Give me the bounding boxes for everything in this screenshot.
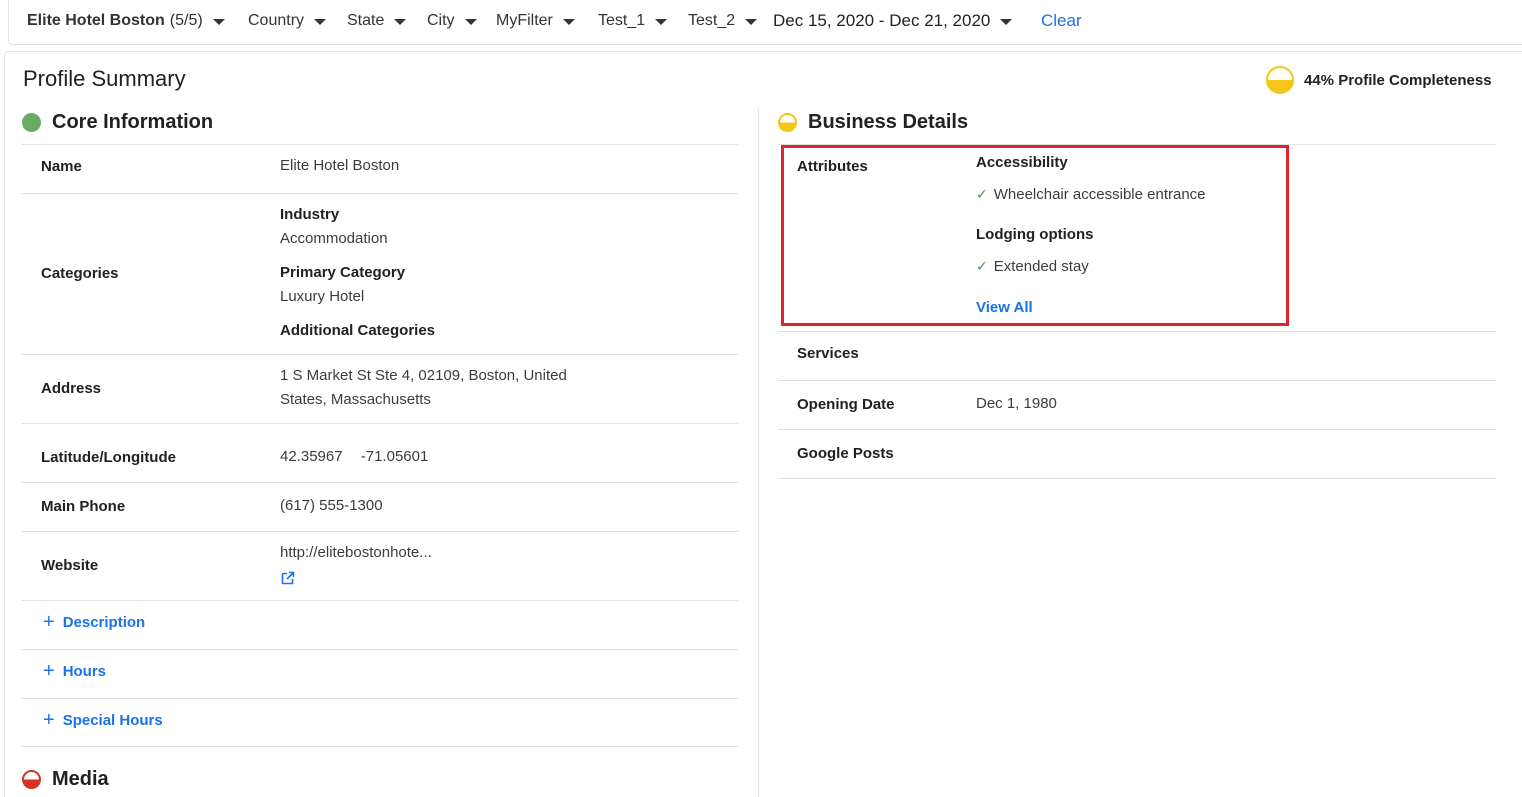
state-filter[interactable]: State	[347, 10, 407, 32]
categories-value: Industry Accommodation Primary Category …	[280, 203, 435, 343]
name-value: Elite Hotel Boston	[280, 157, 400, 174]
core-information-heading: Core Information	[22, 111, 213, 134]
divider	[22, 649, 739, 650]
website-label: Website	[41, 557, 99, 574]
status-complete-icon	[22, 113, 41, 132]
plus-icon: +	[43, 709, 55, 731]
latitude-value: 42.35967	[280, 448, 343, 465]
filter-bar	[8, 0, 1522, 45]
location-filter[interactable]: Elite Hotel Boston (5/5)	[27, 10, 225, 32]
name-label: Name	[41, 158, 82, 175]
location-filter-count: (5/5)	[169, 12, 203, 29]
column-divider	[758, 108, 759, 797]
opening-date-value: Dec 1, 1980	[976, 395, 1057, 412]
plus-icon: +	[43, 660, 55, 682]
address-value: 1 S Market St Ste 4, 02109, Boston, Unit…	[280, 364, 567, 412]
divider	[778, 429, 1496, 430]
myfilter-filter-label: MyFilter	[496, 12, 553, 29]
add-hours-link[interactable]: + Hours	[43, 660, 107, 682]
add-description-label: Description	[62, 613, 146, 631]
divider	[778, 331, 1496, 332]
location-filter-name: Elite Hotel Boston	[27, 12, 165, 29]
google-posts-label: Google Posts	[797, 445, 894, 462]
media-title: Media	[52, 768, 109, 790]
business-details-heading: Business Details	[778, 111, 968, 134]
address-line-2: States, Massachusetts	[280, 391, 431, 408]
attributes-highlight	[781, 145, 1289, 326]
categories-label: Categories	[41, 265, 119, 282]
city-filter-label: City	[427, 12, 455, 29]
opening-date-label: Opening Date	[797, 396, 895, 413]
country-filter[interactable]: Country	[248, 10, 327, 32]
date-range-label: Dec 15, 2020 - Dec 21, 2020	[773, 11, 991, 30]
add-description-link[interactable]: + Description	[43, 611, 146, 633]
state-filter-label: State	[347, 12, 385, 29]
additional-categories-label: Additional Categories	[280, 322, 436, 339]
website-value: http://elitebostonhote...	[280, 544, 432, 561]
chevron-down-icon	[314, 18, 327, 25]
profile-card	[4, 51, 1522, 797]
industry-label: Industry	[280, 206, 340, 223]
divider	[22, 531, 739, 532]
industry-value: Accommodation	[280, 230, 388, 247]
address-line-1: 1 S Market St Ste 4, 02109, Boston, Unit…	[280, 367, 567, 384]
main-phone-label: Main Phone	[41, 498, 126, 515]
chevron-down-icon	[745, 18, 758, 25]
add-hours-label: Hours	[62, 662, 107, 680]
status-partial-icon	[778, 113, 797, 132]
plus-icon: +	[43, 611, 55, 633]
myfilter-filter[interactable]: MyFilter	[496, 10, 575, 32]
status-incomplete-icon	[22, 770, 41, 789]
divider	[22, 482, 739, 483]
test2-filter[interactable]: Test_2	[688, 10, 758, 32]
latlng-label: Latitude/Longitude	[41, 449, 176, 466]
divider	[22, 698, 739, 699]
divider	[22, 600, 739, 601]
country-filter-label: Country	[248, 12, 305, 29]
divider	[22, 354, 739, 355]
divider	[22, 193, 739, 194]
external-link-icon[interactable]	[280, 570, 296, 586]
add-special-hours-link[interactable]: + Special Hours	[43, 709, 163, 731]
divider	[778, 380, 1496, 381]
core-information-title: Core Information	[52, 111, 214, 133]
chevron-down-icon	[655, 18, 668, 25]
test2-filter-label: Test_2	[688, 12, 736, 29]
divider	[22, 423, 739, 424]
primary-category-value: Luxury Hotel	[280, 288, 365, 305]
divider	[778, 478, 1496, 479]
test1-filter-label: Test_1	[598, 12, 646, 29]
services-label: Services	[797, 345, 859, 362]
chevron-down-icon	[562, 18, 575, 25]
clear-button[interactable]: Clear	[1041, 11, 1082, 31]
test1-filter[interactable]: Test_1	[598, 10, 668, 32]
date-range-filter[interactable]: Dec 15, 2020 - Dec 21, 2020	[773, 10, 1013, 32]
page-title: Profile Summary	[23, 66, 186, 91]
add-special-hours-label: Special Hours	[62, 711, 163, 729]
divider	[22, 746, 739, 747]
divider	[22, 144, 739, 145]
completeness-gauge-icon	[1266, 66, 1294, 94]
chevron-down-icon	[212, 18, 225, 25]
main-phone-value: (617) 555-1300	[280, 497, 383, 514]
chevron-down-icon	[464, 18, 477, 25]
city-filter[interactable]: City	[427, 10, 477, 32]
profile-completeness: 44% Profile Completeness	[1266, 66, 1492, 94]
latlng-value: 42.35967 -71.05601	[280, 445, 428, 469]
primary-category-label: Primary Category	[280, 264, 406, 281]
address-label: Address	[41, 380, 102, 397]
chevron-down-icon	[394, 18, 407, 25]
completeness-label: 44% Profile Completeness	[1304, 71, 1492, 89]
chevron-down-icon	[1000, 18, 1013, 25]
media-heading: Media	[22, 768, 109, 791]
business-details-title: Business Details	[808, 111, 969, 133]
longitude-value: -71.05601	[360, 448, 429, 465]
